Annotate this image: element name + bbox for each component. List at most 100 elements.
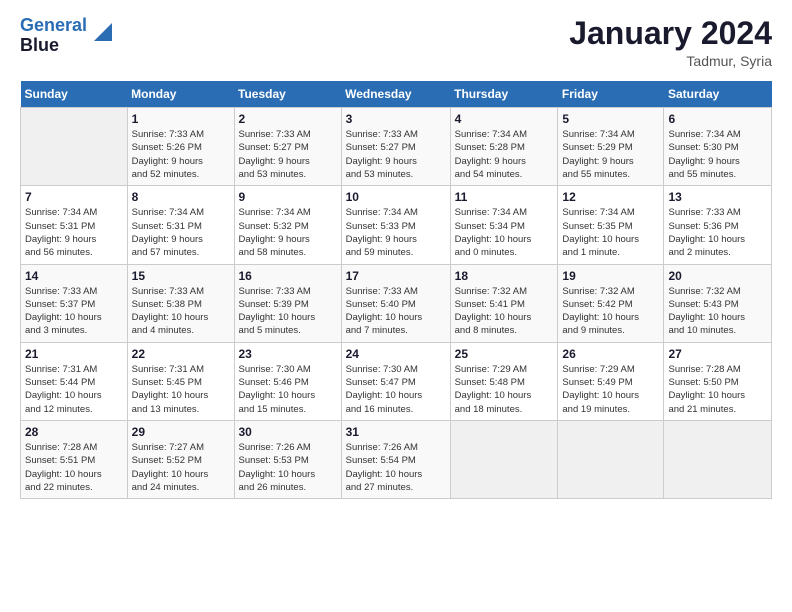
calendar-week-row: 28Sunrise: 7:28 AM Sunset: 5:51 PM Dayli…	[21, 420, 772, 498]
day-detail: Sunrise: 7:30 AM Sunset: 5:46 PM Dayligh…	[239, 363, 337, 416]
day-detail: Sunrise: 7:31 AM Sunset: 5:45 PM Dayligh…	[132, 363, 230, 416]
day-number: 29	[132, 425, 230, 439]
day-number: 8	[132, 190, 230, 204]
day-number: 10	[346, 190, 446, 204]
day-detail: Sunrise: 7:34 AM Sunset: 5:28 PM Dayligh…	[455, 128, 554, 181]
calendar-cell: 14 Sunrise: 7:33 AM Sunset: 5:37 PM Dayli…	[21, 264, 128, 342]
day-number: 16	[239, 269, 337, 283]
day-detail: Sunrise: 7:33 AM Sunset: 5:36 PM Dayligh…	[668, 206, 767, 259]
logo-icon	[90, 21, 112, 43]
day-detail: Sunrise: 7:33 AM Sunset: 5:37 PM Dayligh…	[25, 285, 123, 338]
calendar-cell: 18 Sunrise: 7:32 AM Sunset: 5:41 PM Dayli…	[450, 264, 558, 342]
day-number: 20	[668, 269, 767, 283]
calendar-week-row: 1Sunrise: 7:33 AM Sunset: 5:26 PM Daylig…	[21, 108, 772, 186]
calendar-week-row: 21 Sunrise: 7:31 AM Sunset: 5:44 PM Dayli…	[21, 342, 772, 420]
day-detail: Sunrise: 7:30 AM Sunset: 5:47 PM Dayligh…	[346, 363, 446, 416]
day-number: 21	[25, 347, 123, 361]
calendar-cell: 10 Sunrise: 7:34 AM Sunset: 5:33 PM Dayli…	[341, 186, 450, 264]
calendar-week-row: 14 Sunrise: 7:33 AM Sunset: 5:37 PM Dayli…	[21, 264, 772, 342]
calendar-cell: 28Sunrise: 7:28 AM Sunset: 5:51 PM Dayli…	[21, 420, 128, 498]
calendar-cell: 20Sunrise: 7:32 AM Sunset: 5:43 PM Dayli…	[664, 264, 772, 342]
calendar-cell: 2 Sunrise: 7:33 AM Sunset: 5:27 PM Daylig…	[234, 108, 341, 186]
month-title: January 2024	[569, 16, 772, 51]
day-detail: Sunrise: 7:29 AM Sunset: 5:49 PM Dayligh…	[562, 363, 659, 416]
day-number: 31	[346, 425, 446, 439]
day-detail: Sunrise: 7:33 AM Sunset: 5:27 PM Dayligh…	[239, 128, 337, 181]
calendar-cell: 17 Sunrise: 7:33 AM Sunset: 5:40 PM Dayli…	[341, 264, 450, 342]
column-header-sunday: Sunday	[21, 81, 128, 108]
calendar-cell: 11 Sunrise: 7:34 AM Sunset: 5:34 PM Dayli…	[450, 186, 558, 264]
day-detail: Sunrise: 7:33 AM Sunset: 5:40 PM Dayligh…	[346, 285, 446, 338]
day-number: 9	[239, 190, 337, 204]
calendar-cell: 23 Sunrise: 7:30 AM Sunset: 5:46 PM Dayli…	[234, 342, 341, 420]
calendar-cell: 5Sunrise: 7:34 AM Sunset: 5:29 PM Daylig…	[558, 108, 664, 186]
day-number: 12	[562, 190, 659, 204]
column-header-wednesday: Wednesday	[341, 81, 450, 108]
day-number: 23	[239, 347, 337, 361]
day-number: 6	[668, 112, 767, 126]
calendar-table: SundayMondayTuesdayWednesdayThursdayFrid…	[20, 81, 772, 499]
location: Tadmur, Syria	[569, 53, 772, 69]
calendar-cell: 13Sunrise: 7:33 AM Sunset: 5:36 PM Dayli…	[664, 186, 772, 264]
day-detail: Sunrise: 7:33 AM Sunset: 5:38 PM Dayligh…	[132, 285, 230, 338]
day-detail: Sunrise: 7:34 AM Sunset: 5:29 PM Dayligh…	[562, 128, 659, 181]
day-number: 19	[562, 269, 659, 283]
calendar-cell: 24 Sunrise: 7:30 AM Sunset: 5:47 PM Dayli…	[341, 342, 450, 420]
calendar-cell: 31 Sunrise: 7:26 AM Sunset: 5:54 PM Dayli…	[341, 420, 450, 498]
calendar-cell: 3 Sunrise: 7:33 AM Sunset: 5:27 PM Daylig…	[341, 108, 450, 186]
calendar-cell	[664, 420, 772, 498]
day-number: 24	[346, 347, 446, 361]
calendar-cell: 21 Sunrise: 7:31 AM Sunset: 5:44 PM Dayli…	[21, 342, 128, 420]
calendar-cell	[558, 420, 664, 498]
day-number: 4	[455, 112, 554, 126]
calendar-cell: 12 Sunrise: 7:34 AM Sunset: 5:35 PM Dayli…	[558, 186, 664, 264]
calendar-cell: 26Sunrise: 7:29 AM Sunset: 5:49 PM Dayli…	[558, 342, 664, 420]
column-header-friday: Friday	[558, 81, 664, 108]
day-detail: Sunrise: 7:28 AM Sunset: 5:50 PM Dayligh…	[668, 363, 767, 416]
page-container: General Blue January 2024 Tadmur, Syria …	[0, 0, 792, 509]
day-number: 18	[455, 269, 554, 283]
title-section: January 2024 Tadmur, Syria	[569, 16, 772, 69]
column-header-tuesday: Tuesday	[234, 81, 341, 108]
day-number: 11	[455, 190, 554, 204]
calendar-cell: 19 Sunrise: 7:32 AM Sunset: 5:42 PM Dayli…	[558, 264, 664, 342]
calendar-cell: 15Sunrise: 7:33 AM Sunset: 5:38 PM Dayli…	[127, 264, 234, 342]
day-number: 3	[346, 112, 446, 126]
calendar-cell: 1Sunrise: 7:33 AM Sunset: 5:26 PM Daylig…	[127, 108, 234, 186]
day-number: 2	[239, 112, 337, 126]
logo-text: General Blue	[20, 16, 87, 56]
day-detail: Sunrise: 7:27 AM Sunset: 5:52 PM Dayligh…	[132, 441, 230, 494]
calendar-cell: 6 Sunrise: 7:34 AM Sunset: 5:30 PM Daylig…	[664, 108, 772, 186]
day-detail: Sunrise: 7:34 AM Sunset: 5:34 PM Dayligh…	[455, 206, 554, 259]
calendar-header-row: SundayMondayTuesdayWednesdayThursdayFrid…	[21, 81, 772, 108]
day-number: 1	[132, 112, 230, 126]
calendar-cell: 8 Sunrise: 7:34 AM Sunset: 5:31 PM Daylig…	[127, 186, 234, 264]
day-number: 17	[346, 269, 446, 283]
day-detail: Sunrise: 7:34 AM Sunset: 5:31 PM Dayligh…	[25, 206, 123, 259]
day-detail: Sunrise: 7:33 AM Sunset: 5:27 PM Dayligh…	[346, 128, 446, 181]
day-detail: Sunrise: 7:32 AM Sunset: 5:42 PM Dayligh…	[562, 285, 659, 338]
day-number: 30	[239, 425, 337, 439]
day-detail: Sunrise: 7:28 AM Sunset: 5:51 PM Dayligh…	[25, 441, 123, 494]
calendar-cell	[21, 108, 128, 186]
day-number: 22	[132, 347, 230, 361]
day-detail: Sunrise: 7:32 AM Sunset: 5:41 PM Dayligh…	[455, 285, 554, 338]
calendar-cell: 30Sunrise: 7:26 AM Sunset: 5:53 PM Dayli…	[234, 420, 341, 498]
day-number: 7	[25, 190, 123, 204]
calendar-cell: 29 Sunrise: 7:27 AM Sunset: 5:52 PM Dayli…	[127, 420, 234, 498]
calendar-cell: 25Sunrise: 7:29 AM Sunset: 5:48 PM Dayli…	[450, 342, 558, 420]
day-detail: Sunrise: 7:34 AM Sunset: 5:31 PM Dayligh…	[132, 206, 230, 259]
day-detail: Sunrise: 7:33 AM Sunset: 5:39 PM Dayligh…	[239, 285, 337, 338]
calendar-cell: 4 Sunrise: 7:34 AM Sunset: 5:28 PM Daylig…	[450, 108, 558, 186]
day-detail: Sunrise: 7:31 AM Sunset: 5:44 PM Dayligh…	[25, 363, 123, 416]
day-number: 14	[25, 269, 123, 283]
day-detail: Sunrise: 7:26 AM Sunset: 5:54 PM Dayligh…	[346, 441, 446, 494]
day-detail: Sunrise: 7:34 AM Sunset: 5:33 PM Dayligh…	[346, 206, 446, 259]
day-detail: Sunrise: 7:34 AM Sunset: 5:30 PM Dayligh…	[668, 128, 767, 181]
column-header-monday: Monday	[127, 81, 234, 108]
calendar-cell: 27Sunrise: 7:28 AM Sunset: 5:50 PM Dayli…	[664, 342, 772, 420]
calendar-cell: 22 Sunrise: 7:31 AM Sunset: 5:45 PM Dayli…	[127, 342, 234, 420]
day-detail: Sunrise: 7:34 AM Sunset: 5:35 PM Dayligh…	[562, 206, 659, 259]
calendar-cell: 16 Sunrise: 7:33 AM Sunset: 5:39 PM Dayli…	[234, 264, 341, 342]
day-detail: Sunrise: 7:34 AM Sunset: 5:32 PM Dayligh…	[239, 206, 337, 259]
